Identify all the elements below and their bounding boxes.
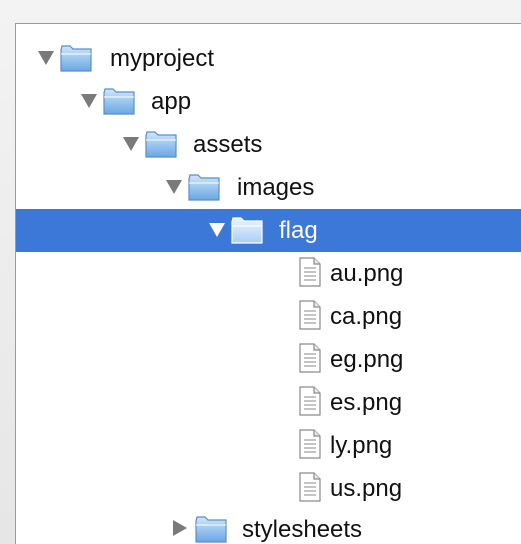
- tree-item-flag[interactable]: flag: [16, 209, 521, 252]
- tree-item-label: us.png: [330, 475, 403, 502]
- tree-item-myproject[interactable]: myproject: [16, 37, 521, 80]
- tree-item-label: myproject: [110, 45, 215, 72]
- tree-item-file[interactable]: eg.png: [16, 338, 521, 381]
- tree-item-label: ly.png: [330, 432, 393, 459]
- tree-item-label: au.png: [330, 260, 404, 287]
- tree-item-label: assets: [193, 131, 263, 158]
- file-icon: [299, 343, 321, 373]
- file-icon: [299, 472, 321, 502]
- file-icon: [299, 257, 321, 287]
- folder-icon: [144, 129, 178, 159]
- disclosure-triangle-icon[interactable]: [123, 137, 139, 151]
- tree-item-label: es.png: [330, 389, 403, 416]
- tree-item-label: flag: [279, 217, 318, 244]
- tree-item-assets[interactable]: assets: [16, 123, 521, 166]
- folder-icon: [230, 215, 264, 245]
- tree-item-label: eg.png: [330, 346, 404, 373]
- tree-item-app[interactable]: app: [16, 80, 521, 123]
- tree-item-label: images: [237, 174, 315, 201]
- folder-icon: [194, 514, 228, 544]
- window: myproject app assets images flag au.png …: [0, 0, 521, 544]
- file-icon: [299, 429, 321, 459]
- tree-item-stylesheets[interactable]: stylesheets: [16, 508, 521, 544]
- file-tree: myproject app assets images flag au.png …: [15, 23, 521, 544]
- tree-item-file[interactable]: ca.png: [16, 295, 521, 338]
- disclosure-triangle-icon[interactable]: [209, 223, 225, 237]
- tree-item-images[interactable]: images: [16, 166, 521, 209]
- tree-item-file[interactable]: es.png: [16, 381, 521, 424]
- disclosure-triangle-icon[interactable]: [166, 180, 182, 194]
- file-icon: [299, 300, 321, 330]
- folder-icon: [187, 172, 221, 202]
- file-icon: [299, 386, 321, 416]
- tree-item-file[interactable]: us.png: [16, 467, 521, 510]
- tree-item-label: ca.png: [330, 303, 403, 330]
- folder-icon: [59, 43, 93, 73]
- tree-item-file[interactable]: au.png: [16, 252, 521, 295]
- tree-item-label: stylesheets: [242, 516, 363, 543]
- tree-item-file[interactable]: ly.png: [16, 424, 521, 467]
- tree-item-label: app: [151, 88, 192, 115]
- folder-icon: [102, 86, 136, 116]
- disclosure-triangle-icon[interactable]: [38, 51, 54, 65]
- disclosure-triangle-icon[interactable]: [173, 520, 187, 536]
- disclosure-triangle-icon[interactable]: [81, 94, 97, 108]
